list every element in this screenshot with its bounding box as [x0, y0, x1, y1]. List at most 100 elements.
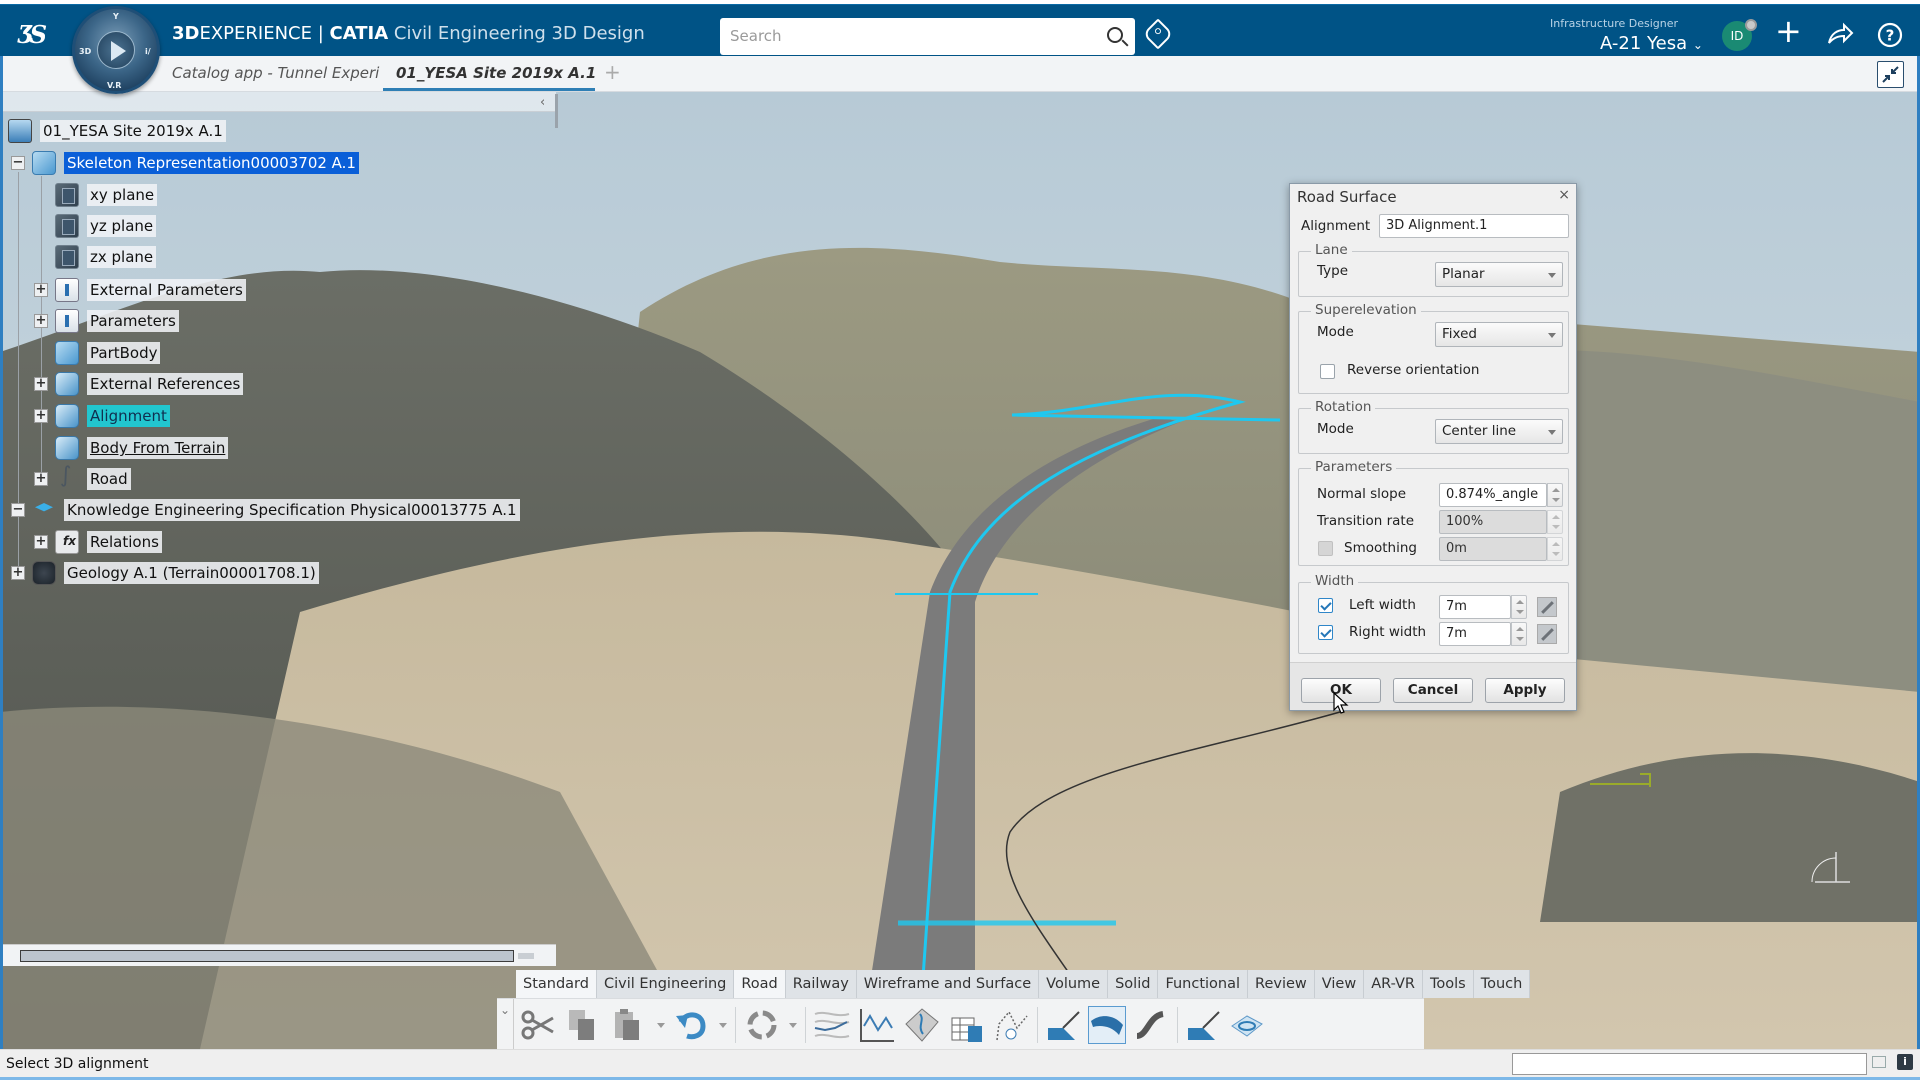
expand-icon[interactable]: + [34, 314, 48, 328]
collapse-expander-icon[interactable]: − [11, 156, 25, 170]
left-width-field[interactable]: 7m [1439, 595, 1511, 619]
compass-widget[interactable]: Y 3D i/ V.R [72, 6, 160, 94]
apply-button[interactable]: Apply [1485, 678, 1565, 703]
tab-touch[interactable]: Touch [1474, 970, 1531, 998]
reverse-orientation-checkbox[interactable] [1320, 364, 1335, 379]
lane-type-select[interactable]: Planar [1435, 262, 1563, 287]
right-width-field[interactable]: 7m [1439, 622, 1511, 646]
cancel-button[interactable]: Cancel [1393, 678, 1473, 703]
tab-view[interactable]: View [1315, 970, 1365, 998]
alignment-field[interactable]: 3D Alignment.1 [1379, 214, 1569, 238]
tree-node-external-references[interactable]: External References [55, 372, 244, 396]
tree-node-label[interactable]: Knowledge Engineering Specification Phys… [64, 499, 520, 521]
info-icon[interactable]: i [1897, 1054, 1913, 1070]
tree-node-body-from-terrain[interactable]: Body From Terrain [55, 436, 229, 460]
play-button[interactable] [97, 31, 135, 69]
update-icon[interactable] [743, 1006, 781, 1044]
tree-node-label[interactable]: Body From Terrain [87, 437, 229, 459]
tree-node-external-parameters[interactable]: External Parameters [55, 278, 246, 302]
tab-review[interactable]: Review [1248, 970, 1315, 998]
tab-solid[interactable]: Solid [1108, 970, 1159, 998]
tab-wireframe-and-surface[interactable]: Wireframe and Surface [857, 970, 1040, 998]
help-icon[interactable]: ? [1876, 21, 1904, 54]
normal-slope-field[interactable]: 0.874%_angle [1439, 483, 1547, 507]
tab-standard[interactable]: Standard [516, 970, 597, 998]
collab-space-selector[interactable]: A-21 Yesa ⌄ [1600, 33, 1703, 54]
search-input[interactable] [720, 18, 1080, 53]
terrain-alignment-icon[interactable] [813, 1006, 851, 1044]
edit-left-width-icon[interactable] [1537, 597, 1557, 617]
paste-icon[interactable] [610, 1006, 648, 1044]
smoothing-spinner[interactable] [1547, 537, 1563, 561]
table-icon[interactable] [948, 1006, 986, 1044]
update-dropdown-icon[interactable] [789, 1023, 797, 1028]
transition-rate-spinner[interactable] [1547, 510, 1563, 534]
road-section-icon[interactable] [1045, 1006, 1083, 1044]
tab-functional[interactable]: Functional [1158, 970, 1249, 998]
tree-node-relations[interactable]: Relations [55, 530, 162, 554]
tree-node-label[interactable]: External References [87, 373, 244, 395]
tree-node-label[interactable]: Skeleton Representation00003702 A.1 [64, 152, 359, 174]
tree-node-label[interactable]: Relations [87, 531, 162, 553]
scrollbar-thumb[interactable] [20, 950, 514, 962]
expand-icon[interactable]: + [34, 377, 48, 391]
edit-right-width-icon[interactable] [1537, 624, 1557, 644]
undo-icon[interactable] [673, 1006, 711, 1044]
tree-node-skeleton[interactable]: Skeleton Representation00003702 A.1 [32, 151, 359, 175]
normal-slope-spinner[interactable] [1547, 483, 1563, 507]
expand-icon[interactable]: + [11, 566, 25, 580]
tree-node-partbody[interactable]: PartBody [55, 341, 161, 365]
expand-icon[interactable]: + [34, 472, 48, 486]
expand-icon[interactable]: + [34, 535, 48, 549]
search-box[interactable] [720, 18, 1135, 55]
tree-node-xy-plane[interactable]: xy plane [55, 183, 158, 207]
tree-node-geology[interactable]: Geology A.1 (Terrain00001708.1) [32, 561, 319, 585]
add-tab-button[interactable]: + [604, 60, 621, 84]
tree-node-root[interactable]: 01_YESA Site 2019x A.1 [8, 119, 226, 143]
expand-icon[interactable]: + [34, 283, 48, 297]
command-input[interactable] [1512, 1053, 1867, 1075]
left-width-checkbox[interactable] [1318, 598, 1333, 613]
copy-icon[interactable] [564, 1006, 602, 1044]
tree-node-label[interactable]: Geology A.1 (Terrain00001708.1) [64, 562, 319, 584]
add-icon[interactable]: + [1775, 15, 1802, 47]
road-surface-icon[interactable] [1088, 1006, 1126, 1044]
profile-icon[interactable] [858, 1006, 896, 1044]
search-icon[interactable] [1107, 27, 1123, 43]
tree-node-yz-plane[interactable]: yz plane [55, 214, 157, 238]
right-width-checkbox[interactable] [1318, 625, 1333, 640]
terrain-road-icon[interactable] [903, 1006, 941, 1044]
smoothing-field[interactable]: 0m [1439, 537, 1547, 561]
tree-node-label[interactable]: Alignment [87, 405, 170, 427]
tree-node-label[interactable]: Parameters [87, 310, 179, 332]
tab-volume[interactable]: Volume [1039, 970, 1109, 998]
tab-civil-engineering[interactable]: Civil Engineering [597, 970, 735, 998]
paste-dropdown-icon[interactable] [657, 1023, 665, 1028]
tag-icon[interactable] [1142, 18, 1174, 50]
tree-node-label[interactable]: xy plane [87, 184, 158, 206]
road-section-2-icon[interactable] [1185, 1006, 1223, 1044]
tree-horizontal-scrollbar[interactable] [0, 944, 556, 966]
alignment-info-icon[interactable] [993, 1006, 1031, 1044]
road-volume-icon[interactable] [1228, 1006, 1266, 1044]
undo-dropdown-icon[interactable] [719, 1023, 727, 1028]
close-icon[interactable]: × [1558, 187, 1570, 203]
tab-ar-vr[interactable]: AR-VR [1364, 970, 1423, 998]
window-icon[interactable] [1872, 1056, 1886, 1068]
smoothing-checkbox[interactable] [1318, 541, 1333, 556]
collapse-tree-icon[interactable]: ‹ [540, 95, 545, 110]
left-width-spinner[interactable] [1511, 595, 1527, 619]
rotation-mode-select[interactable]: Center line [1435, 419, 1563, 444]
tab-railway[interactable]: Railway [786, 970, 857, 998]
tab-road[interactable]: Road [734, 970, 786, 998]
collapse-button[interactable] [1877, 61, 1904, 88]
transition-rate-field[interactable]: 100% [1439, 510, 1547, 534]
action-bar-expand-icon[interactable]: ⌄ [497, 999, 514, 1051]
expand-icon[interactable]: + [34, 409, 48, 423]
tree-node-knowledge-spec[interactable]: Knowledge Engineering Specification Phys… [32, 498, 520, 522]
tree-splitter[interactable] [555, 94, 558, 128]
tree-node-alignment[interactable]: Alignment [55, 404, 170, 428]
tree-node-label[interactable]: 01_YESA Site 2019x A.1 [40, 120, 226, 142]
ds-logo[interactable]: ƷS [16, 17, 58, 51]
superelevation-mode-select[interactable]: Fixed [1435, 322, 1563, 347]
